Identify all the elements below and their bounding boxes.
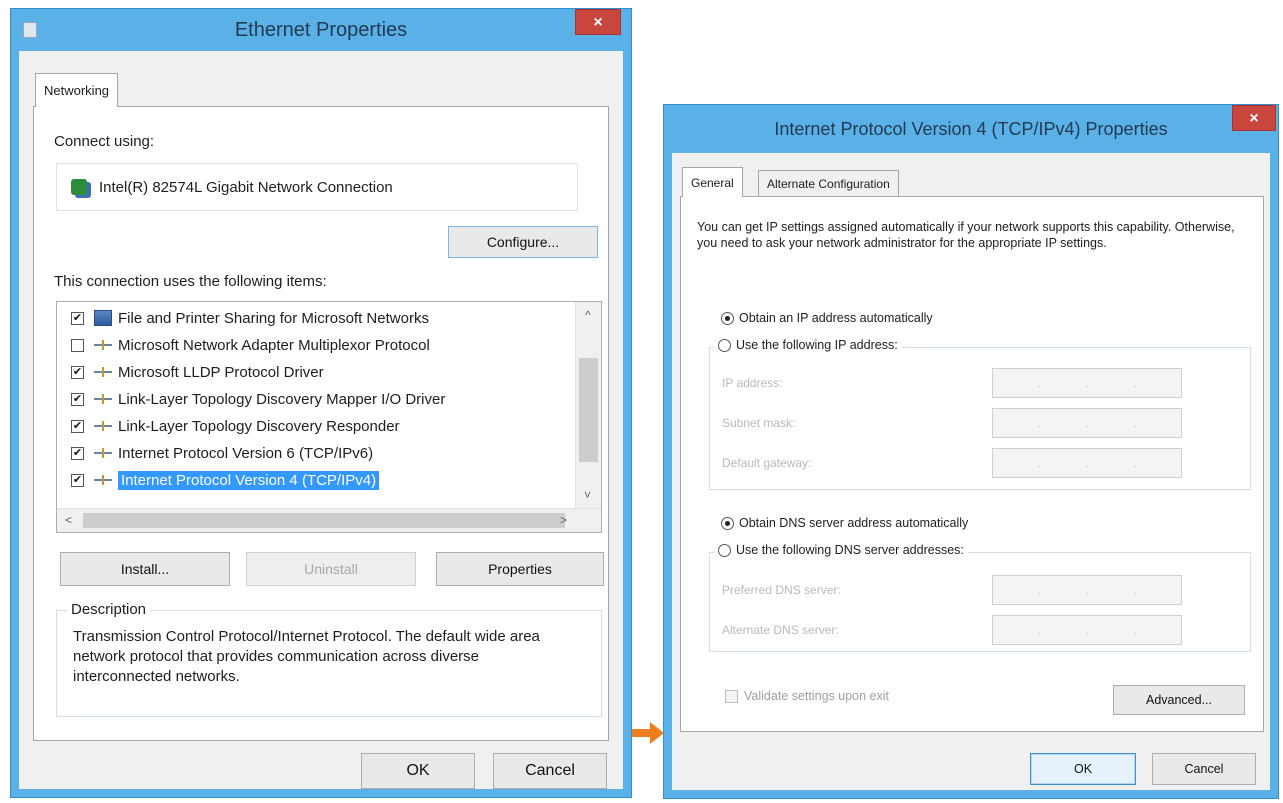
static-dns-group: Use the following DNS server addresses: … — [709, 543, 1251, 652]
configure-button[interactable]: Configure... — [448, 226, 598, 258]
general-tab-page: You can get IP settings assigned automat… — [680, 196, 1264, 732]
protocol-icon — [94, 448, 112, 458]
close-button[interactable]: × — [1232, 105, 1276, 131]
horizontal-scrollbar[interactable]: < > — [57, 508, 601, 532]
radio-button[interactable] — [718, 339, 731, 353]
items-label: This connection uses the following items… — [54, 273, 327, 290]
preferred-dns-label: Preferred DNS server: — [722, 583, 841, 597]
use-following-dns-option[interactable]: Use the following DNS server addresses: — [714, 543, 968, 558]
network-adapter-icon — [71, 179, 87, 195]
item-label: File and Printer Sharing for Microsoft N… — [118, 309, 429, 327]
ok-button[interactable]: OK — [361, 753, 475, 789]
subnet-mask-field[interactable]: ... — [992, 408, 1182, 438]
item-label: Microsoft LLDP Protocol Driver — [118, 363, 324, 381]
window-title: Ethernet Properties — [234, 18, 408, 41]
scrollbar-thumb[interactable] — [83, 513, 565, 528]
radio-button[interactable] — [721, 517, 734, 531]
adapter-name: Intel(R) 82574L Gigabit Network Connecti… — [99, 178, 393, 196]
list-item[interactable]: ✔ Microsoft LLDP Protocol Driver — [57, 359, 324, 385]
description-label: Description — [67, 601, 151, 618]
preferred-dns-field[interactable]: ... — [992, 575, 1182, 605]
tab-networking[interactable]: Networking — [35, 73, 119, 107]
subnet-mask-label: Subnet mask: — [722, 416, 796, 430]
list-item[interactable]: Microsoft Network Adapter Multiplexor Pr… — [57, 332, 430, 358]
list-item[interactable]: ✔ File and Printer Sharing for Microsoft… — [57, 305, 429, 331]
item-label: Internet Protocol Version 6 (TCP/IPv6) — [118, 444, 374, 462]
window-system-icon[interactable] — [23, 22, 37, 38]
item-checkbox[interactable]: ✔ — [71, 446, 84, 460]
scroll-left-arrow-icon[interactable]: < — [65, 513, 72, 527]
option-label: Use the following IP address: — [736, 338, 898, 352]
vertical-scrollbar[interactable]: ^ ˅ — [575, 302, 601, 508]
ok-button[interactable]: OK — [1030, 753, 1136, 785]
cancel-button[interactable]: Cancel — [493, 753, 607, 789]
dialog-client-area: Networking Connect using: Intel(R) 82574… — [19, 51, 623, 789]
option-label: Obtain an IP address automatically — [739, 311, 933, 325]
option-label: Use the following DNS server addresses: — [736, 543, 964, 557]
install-button[interactable]: Install... — [60, 552, 230, 586]
intro-text: You can get IP settings assigned automat… — [697, 220, 1235, 250]
use-following-ip-option[interactable]: Use the following IP address: — [714, 338, 902, 353]
share-icon — [94, 310, 112, 326]
ip-address-label: IP address: — [722, 376, 783, 390]
option-label: Obtain DNS server address automatically — [739, 516, 969, 530]
ip-address-field[interactable]: ... — [992, 368, 1182, 398]
default-gateway-label: Default gateway: — [722, 456, 812, 470]
obtain-dns-auto-option[interactable]: Obtain DNS server address automatically — [721, 516, 969, 531]
protocol-icon — [94, 394, 112, 404]
protocol-icon — [94, 367, 112, 377]
ethernet-properties-window: Ethernet Properties × Networking Connect… — [10, 8, 632, 798]
radio-button[interactable] — [718, 544, 731, 558]
list-item[interactable]: ✔ Internet Protocol Version 6 (TCP/IPv6) — [57, 440, 373, 466]
title-bar[interactable]: Internet Protocol Version 4 (TCP/IPv4) P… — [664, 105, 1278, 153]
list-item[interactable]: ✔ Link-Layer Topology Discovery Mapper I… — [57, 386, 445, 412]
components-list[interactable]: ✔ File and Printer Sharing for Microsoft… — [56, 301, 602, 533]
properties-button[interactable]: Properties — [436, 552, 604, 586]
advanced-button[interactable]: Advanced... — [1113, 685, 1245, 715]
scroll-down-arrow-icon[interactable]: ˅ — [584, 488, 591, 502]
arrow-right-icon — [632, 722, 664, 744]
item-checkbox[interactable]: ✔ — [71, 311, 84, 325]
tab-general[interactable]: General — [682, 167, 743, 197]
list-item-selected[interactable]: ✔ Internet Protocol Version 4 (TCP/IPv4) — [57, 467, 380, 493]
validate-settings-option[interactable]: Validate settings upon exit — [725, 689, 890, 704]
title-bar[interactable]: Ethernet Properties — [11, 9, 631, 51]
static-ip-group: Use the following IP address: IP address… — [709, 338, 1251, 490]
uninstall-button[interactable]: Uninstall — [246, 552, 416, 586]
close-button[interactable]: × — [575, 9, 621, 35]
protocol-icon — [94, 421, 112, 431]
item-checkbox[interactable] — [71, 338, 84, 352]
item-label: Link-Layer Topology Discovery Mapper I/O… — [118, 390, 446, 408]
adapter-field: Intel(R) 82574L Gigabit Network Connecti… — [56, 163, 578, 211]
connect-using-label: Connect using: — [54, 133, 155, 150]
scroll-right-arrow-icon[interactable]: > — [560, 513, 567, 527]
item-checkbox[interactable]: ✔ — [71, 419, 84, 433]
cancel-button[interactable]: Cancel — [1152, 753, 1256, 785]
tab-alternate-configuration[interactable]: Alternate Configuration — [758, 170, 899, 196]
scroll-up-arrow-icon[interactable]: ^ — [585, 308, 591, 322]
obtain-ip-auto-option[interactable]: Obtain an IP address automatically — [721, 311, 933, 326]
window-title: Internet Protocol Version 4 (TCP/IPv4) P… — [774, 118, 1168, 139]
item-label: Microsoft Network Adapter Multiplexor Pr… — [118, 336, 430, 354]
item-checkbox[interactable]: ✔ — [71, 473, 84, 487]
description-group: Description Transmission Control Protoco… — [56, 601, 602, 717]
alternate-dns-label: Alternate DNS server: — [722, 623, 839, 637]
validate-label: Validate settings upon exit — [744, 689, 890, 703]
item-checkbox[interactable]: ✔ — [71, 365, 84, 379]
dialog-client-area: General Alternate Configuration You can … — [672, 153, 1270, 790]
networking-tab-page: Connect using: Intel(R) 82574L Gigabit N… — [33, 106, 609, 741]
validate-checkbox[interactable] — [725, 690, 738, 704]
item-checkbox[interactable]: ✔ — [71, 392, 84, 406]
ipv4-properties-window: Internet Protocol Version 4 (TCP/IPv4) P… — [663, 104, 1279, 799]
protocol-icon — [94, 475, 112, 485]
item-label: Link-Layer Topology Discovery Responder — [118, 417, 400, 435]
list-item[interactable]: ✔ Link-Layer Topology Discovery Responde… — [57, 413, 400, 439]
item-label: Internet Protocol Version 4 (TCP/IPv4) — [118, 470, 380, 490]
alternate-dns-field[interactable]: ... — [992, 615, 1182, 645]
scrollbar-thumb[interactable] — [579, 358, 598, 462]
description-text: Transmission Control Protocol/Internet P… — [73, 628, 540, 685]
default-gateway-field[interactable]: ... — [992, 448, 1182, 478]
protocol-icon — [94, 340, 112, 350]
radio-button[interactable] — [721, 312, 734, 326]
